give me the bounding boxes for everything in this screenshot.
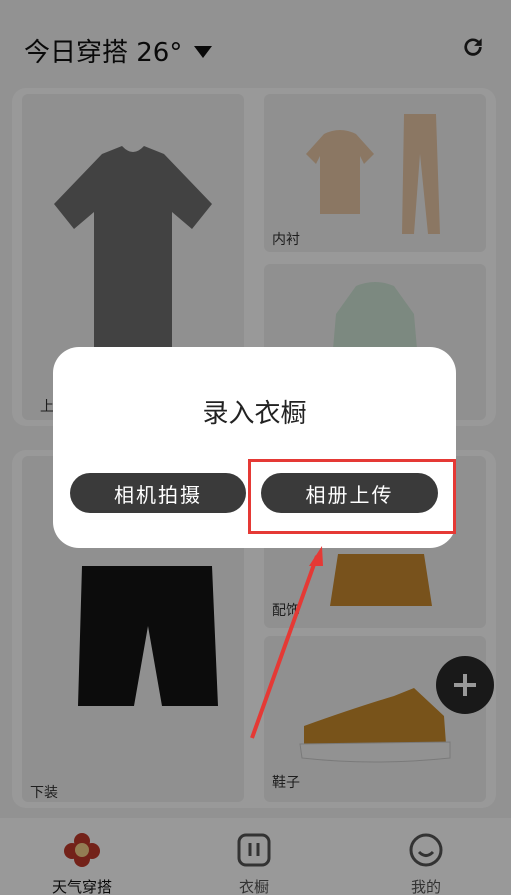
- camera-capture-button[interactable]: 相机拍摄: [70, 473, 246, 513]
- highlight-box: [248, 459, 456, 534]
- dialog-title: 录入衣橱: [202, 399, 307, 429]
